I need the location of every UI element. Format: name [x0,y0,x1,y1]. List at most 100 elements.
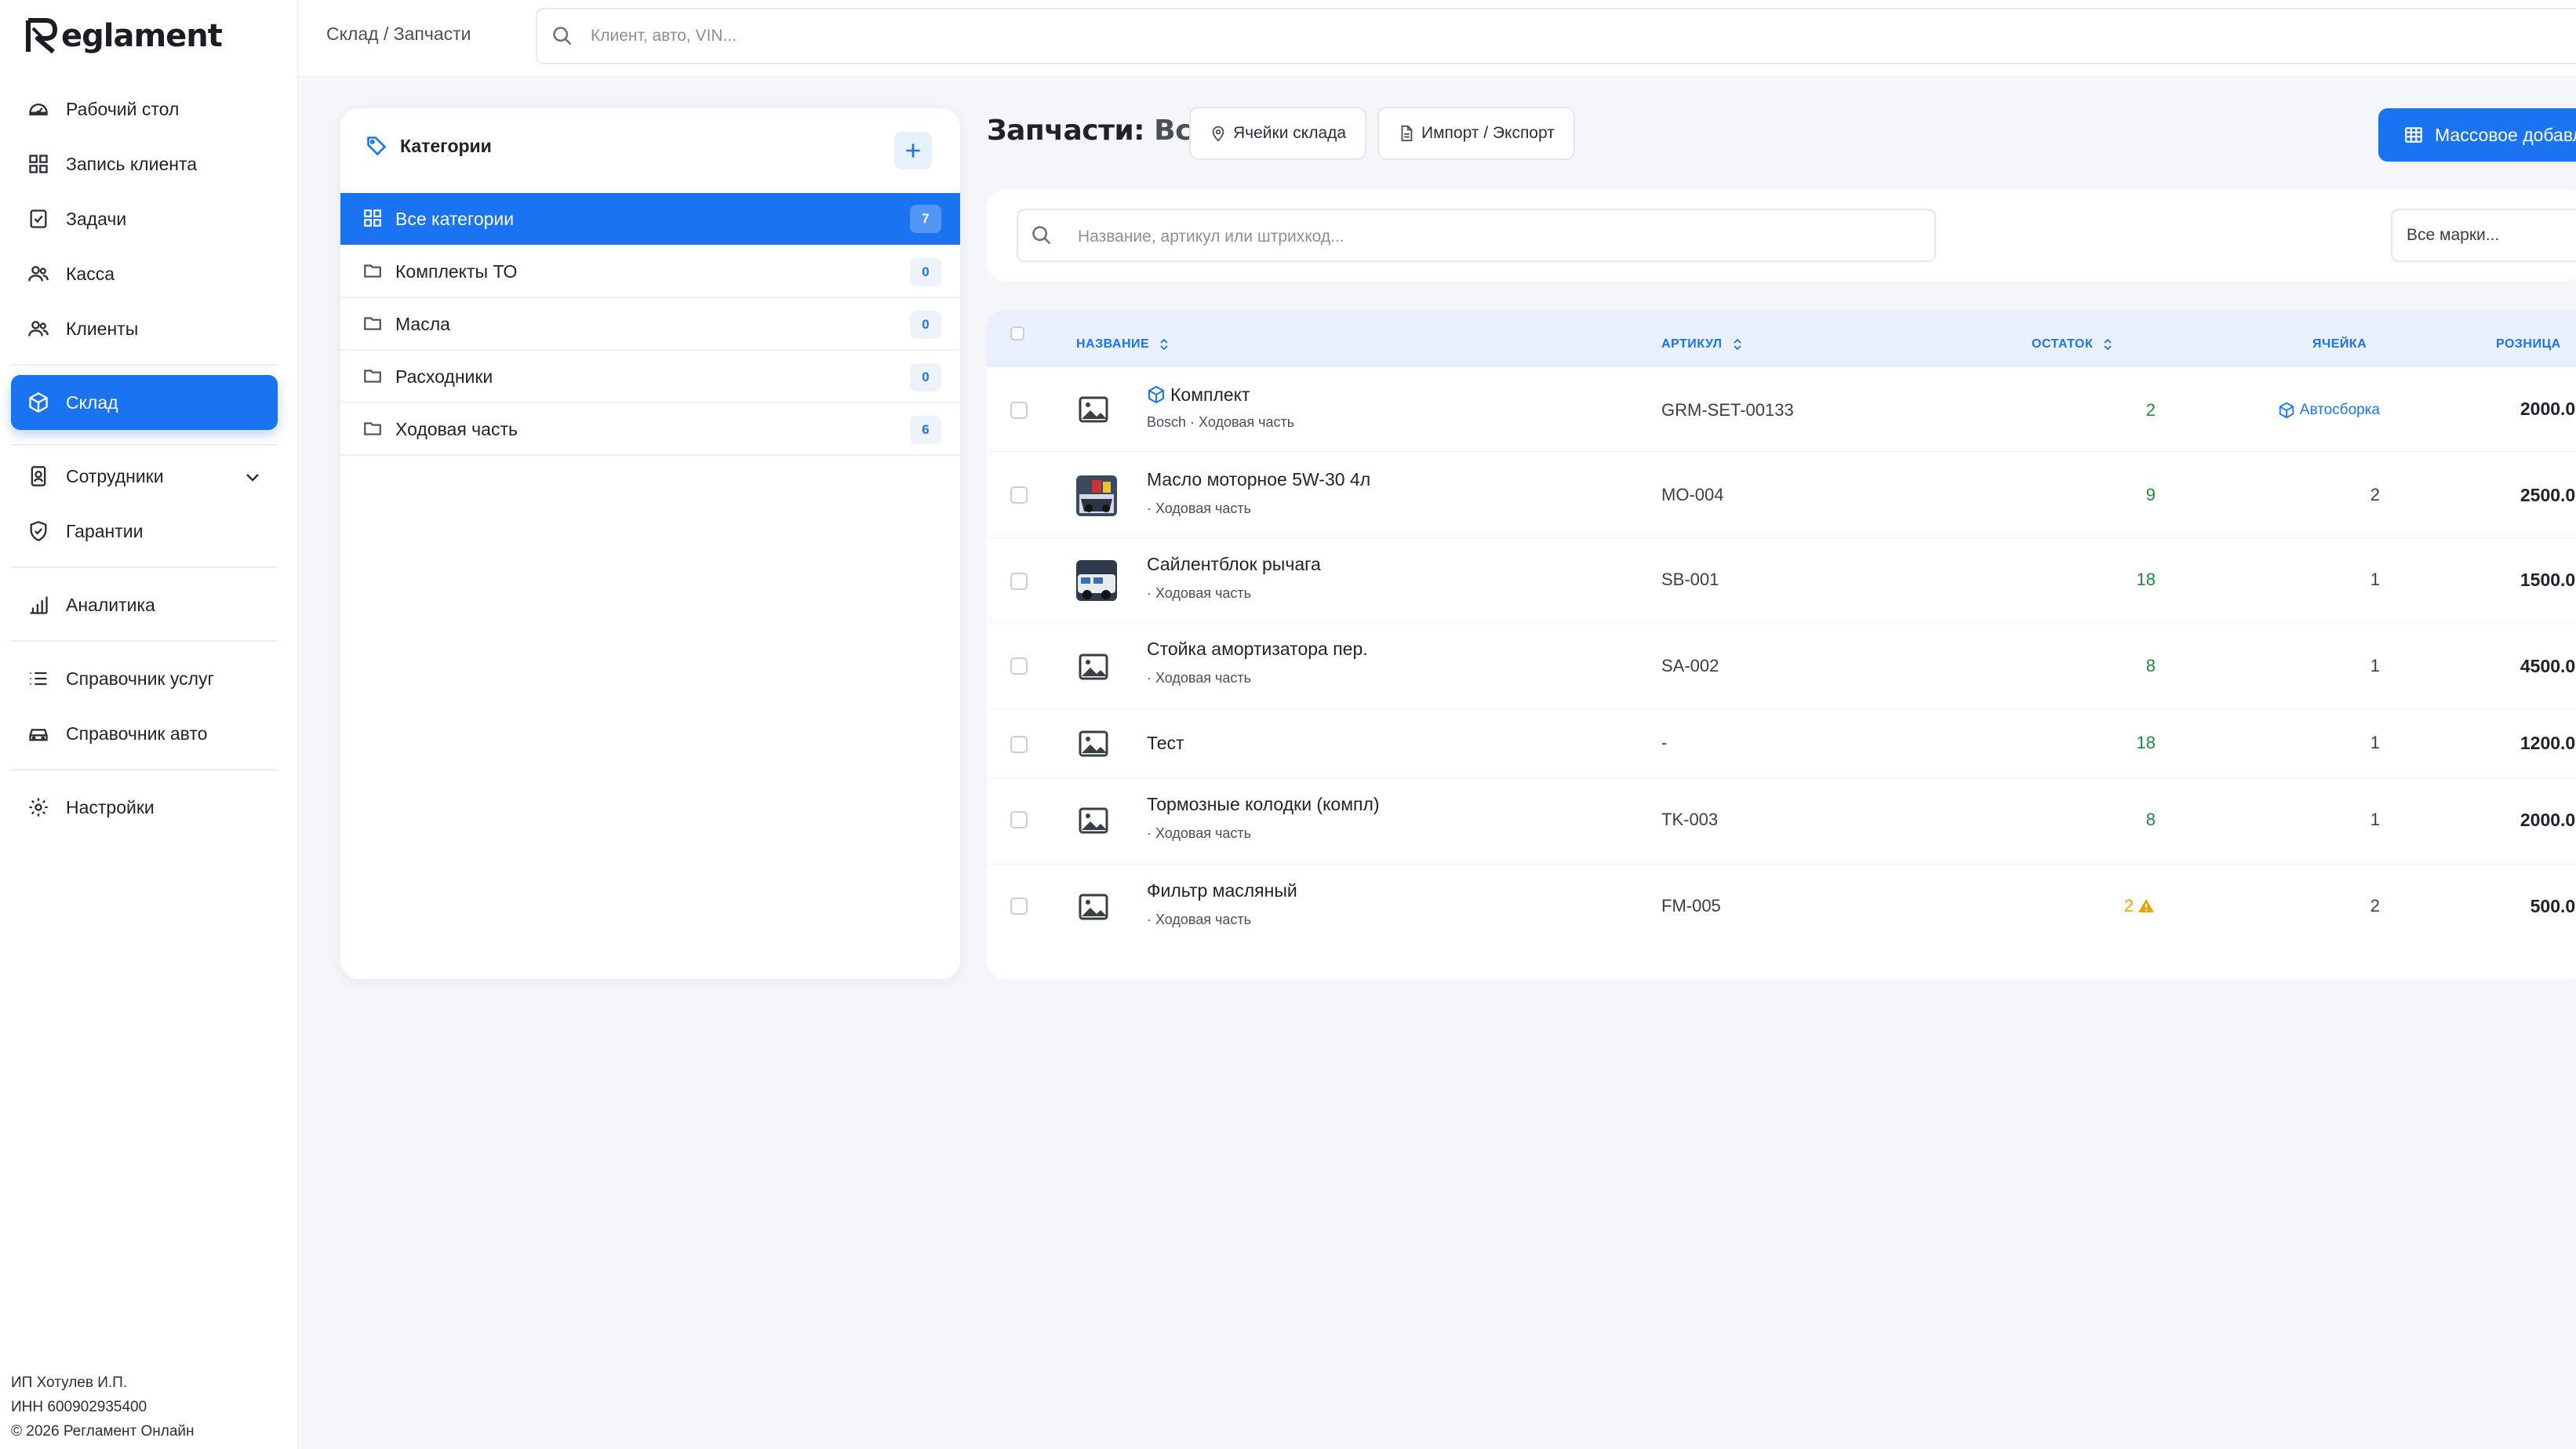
part-name[interactable]: Комплект [1147,384,1250,406]
part-subtitle: · Ходовая часть [1147,912,1252,927]
dashboard-icon [27,97,50,121]
sidebar-item-label: Клиенты [66,318,139,339]
part-subtitle: · Ходовая часть [1147,670,1252,686]
table-row[interactable]: Тормозные колодки (компл) · Ходовая част… [987,778,2576,865]
part-name[interactable]: Стойка амортизатора пер. [1147,639,1368,660]
sidebar-divider [11,640,278,642]
part-sku: SA-002 [1661,656,1719,675]
column-header-sku[interactable]: АРТИКУЛ [1661,337,1743,351]
checklist-icon [27,207,50,231]
sidebar-item-booking[interactable]: Запись клиента [11,138,278,190]
select-all-checkbox[interactable] [1010,326,1024,340]
part-sku: SB-001 [1661,570,1719,589]
app-logo[interactable]: eglament [25,14,223,58]
badge-icon [27,464,50,488]
part-name-text: Комплект [1170,384,1250,405]
part-price: 1500.00 [2520,570,2576,590]
categories-title: Категории [400,135,492,156]
sidebar-item-cash[interactable]: Касса [11,248,278,300]
item-search-input[interactable] [1078,221,1909,253]
column-header-stock[interactable]: ОСТАТОК [2032,337,2113,351]
part-subtitle: · Ходовая часть [1147,825,1252,841]
sidebar-item-dashboard[interactable]: Рабочий стол [11,83,278,135]
sidebar-divider [11,364,278,366]
sidebar-item-tasks[interactable]: Задачи [11,193,278,245]
category-item[interactable]: Комплекты ТО 0 [340,246,960,298]
part-cell: 1 [2370,656,2380,675]
sort-icon [1159,337,1170,351]
bulk-add-button[interactable]: Массовое добавление [2378,108,2576,162]
row-checkbox[interactable] [1010,402,1028,419]
row-checkbox[interactable] [1010,573,1028,590]
part-name[interactable]: Масло моторное 5W-30 4л [1147,469,1370,490]
row-checkbox[interactable] [1010,736,1028,753]
part-name[interactable]: Тормозные колодки (компл) [1147,794,1380,815]
sidebar-item-cars[interactable]: Справочник авто [11,708,278,759]
category-label: Ходовая часть [395,418,518,439]
table-icon [2405,127,2422,143]
table-row[interactable]: Масло моторное 5W-30 4л · Ходовая часть … [987,452,2576,538]
part-cell-link[interactable]: Автосборка [2278,402,2380,419]
table-row[interactable]: Тест - 18 1 1200.00 [987,709,2576,778]
category-count-badge: 7 [910,205,941,233]
part-sku: FM-005 [1661,896,1721,916]
footer-inn: ИНН 600902935400 [11,1399,147,1415]
item-search[interactable] [1017,209,1936,262]
part-price: 500.00 [2530,896,2576,916]
table-row[interactable]: Сайлентблок рычага · Ходовая часть SB-00… [987,538,2576,623]
sidebar-item-analytics[interactable]: Аналитика [11,579,278,631]
category-item[interactable]: Масла 0 [340,299,960,351]
category-item[interactable]: Расходники 0 [340,351,960,403]
part-name[interactable]: Фильтр масляный [1147,880,1297,901]
column-header-cell[interactable]: ЯЧЕЙКА [2312,337,2367,351]
sidebar-item-employees[interactable]: Сотрудники [11,450,278,502]
footer-copyright: © 2026 Регламент Онлайн [11,1423,195,1440]
file-icon [1401,125,1413,142]
column-header-name[interactable]: НАЗВАНИЕ [1076,337,1170,351]
part-sku: TK-003 [1661,810,1719,829]
category-count-badge: 0 [910,363,941,391]
table-row[interactable]: Фильтр масляный · Ходовая часть FM-005 2… [987,865,2576,949]
car-icon [27,722,50,745]
category-item-all[interactable]: Все категории 7 [340,193,960,245]
topbar: Склад / Запчасти [298,0,2576,77]
sidebar-item-label: Справочник услуг [66,668,214,689]
search-icon [551,25,575,49]
box-icon [2279,402,2294,419]
sidebar-item-warranty[interactable]: Гарантии [11,505,278,557]
sidebar-item-clients[interactable]: Клиенты [11,303,278,355]
kit-box-icon [1147,385,1167,406]
add-category-button[interactable] [894,132,932,169]
part-name-text: Тормозные колодки (компл) [1147,794,1380,814]
product-photo [1076,475,1117,516]
part-name[interactable]: Сайлентблок рычага [1147,554,1321,575]
sidebar-item-settings[interactable]: Настройки [11,781,278,833]
warehouse-cells-button[interactable]: Ячейки склада [1189,107,1367,160]
brand-select[interactable]: Все марки... [2391,209,2576,262]
sidebar-divider [11,566,278,568]
table-row[interactable]: Стойка амортизатора пер. · Ходовая часть… [987,623,2576,709]
table-row[interactable]: Комплект Bosch · Ходовая часть GRM-SET-0… [987,367,2576,452]
row-checkbox[interactable] [1010,657,1028,675]
image-placeholder-icon [1076,726,1111,761]
category-label: Все категории [395,208,515,229]
bar-chart-icon [27,593,50,617]
sidebar-item-warehouse[interactable]: Склад [11,375,278,430]
sidebar-item-label: Задачи [66,208,127,229]
part-subtitle: · Ходовая часть [1147,501,1252,516]
global-search-input[interactable] [591,20,1532,52]
part-name[interactable]: Тест [1147,733,1184,754]
chevron-down-icon[interactable] [243,468,262,486]
row-checkbox[interactable] [1010,486,1028,504]
sidebar-item-services[interactable]: Справочник услуг [11,653,278,704]
warning-icon [2138,899,2154,912]
import-export-button[interactable]: Импорт / Экспорт [1377,107,1575,160]
column-header-retail[interactable]: РОЗНИЦА [2496,337,2561,351]
global-search[interactable] [536,8,2576,64]
image-placeholder-icon [1076,392,1111,427]
part-stock: 9 [2145,485,2156,504]
row-checkbox[interactable] [1010,897,1028,915]
row-checkbox[interactable] [1010,811,1028,828]
part-price: 2000.00 [2520,399,2576,419]
category-item[interactable]: Ходовая часть 6 [340,404,960,456]
